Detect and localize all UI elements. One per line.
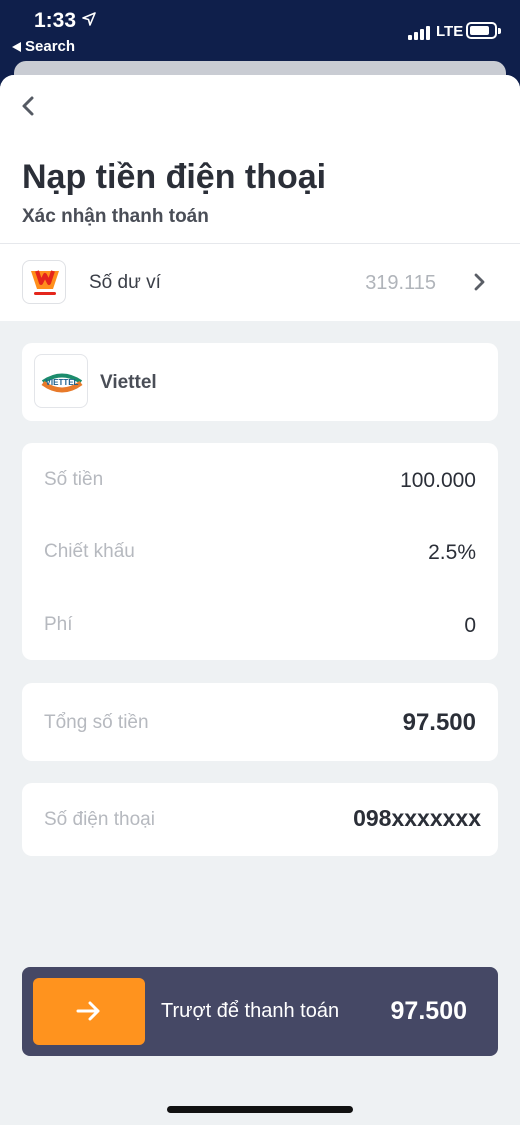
- total-card: Tổng số tiền 97.500: [22, 683, 498, 761]
- amount-row: Số tiền 100.000: [22, 469, 498, 493]
- total-label: Tổng số tiền: [44, 712, 149, 733]
- page-title: Nạp tiền điện thoại: [22, 158, 327, 196]
- signal-icon: [408, 26, 430, 40]
- fee-row: Phí 0: [22, 614, 498, 638]
- fee-label: Phí: [44, 614, 73, 635]
- network-type: LTE: [436, 23, 464, 40]
- chevron-right-icon: [474, 273, 485, 291]
- amount-label: Số tiền: [44, 469, 104, 490]
- slide-to-pay[interactable]: Trượt để thanh toán 97.500: [22, 967, 498, 1056]
- slider-label: Trượt để thanh toán: [161, 1000, 340, 1022]
- total-value: 97.500: [402, 709, 476, 736]
- payment-details-card: Số tiền 100.000 Chiết khấu 2.5% Phí 0: [22, 443, 498, 660]
- back-chevron-icon[interactable]: [18, 92, 42, 120]
- phone-number-card: Số điện thoại 098xxxxxxx: [22, 783, 498, 856]
- status-time: 1:33: [34, 9, 77, 32]
- sheet-header: Nạp tiền điện thoại Xác nhận thanh toán …: [0, 75, 520, 321]
- slider-amount: 97.500: [390, 997, 467, 1025]
- wallet-balance-row[interactable]: Số dư ví 319.115: [0, 244, 520, 321]
- phone-value: 098xxxxxxx: [353, 805, 481, 831]
- fee-value: 0: [464, 614, 476, 637]
- trumoney-logo: [22, 260, 66, 304]
- wallet-balance: 319.115: [365, 272, 436, 294]
- discount-label: Chiết khấu: [44, 541, 135, 562]
- arrow-right-icon: [76, 1001, 100, 1021]
- slider-handle[interactable]: [33, 978, 145, 1045]
- back-to-app-link[interactable]: Search: [12, 38, 75, 55]
- payment-sheet: Nạp tiền điện thoại Xác nhận thanh toán …: [0, 75, 520, 1125]
- page-subtitle: Xác nhận thanh toán: [22, 206, 209, 227]
- discount-row: Chiết khấu 2.5%: [22, 541, 498, 565]
- provider-name: Viettel: [100, 372, 157, 393]
- back-app-label: Search: [25, 38, 76, 55]
- wallet-label: Số dư ví: [89, 272, 161, 293]
- battery-icon: [466, 22, 501, 39]
- amount-value: 100.000: [400, 469, 476, 492]
- phone-label: Số điện thoại: [44, 809, 155, 830]
- svg-text:VIETTEL: VIETTEL: [46, 378, 79, 387]
- location-arrow-icon: [82, 12, 96, 26]
- back-triangle-icon: [12, 41, 21, 52]
- provider-card: VIETTEL Viettel: [22, 343, 498, 421]
- discount-value: 2.5%: [428, 541, 476, 564]
- home-indicator: [167, 1106, 353, 1113]
- viettel-logo: VIETTEL: [34, 354, 88, 408]
